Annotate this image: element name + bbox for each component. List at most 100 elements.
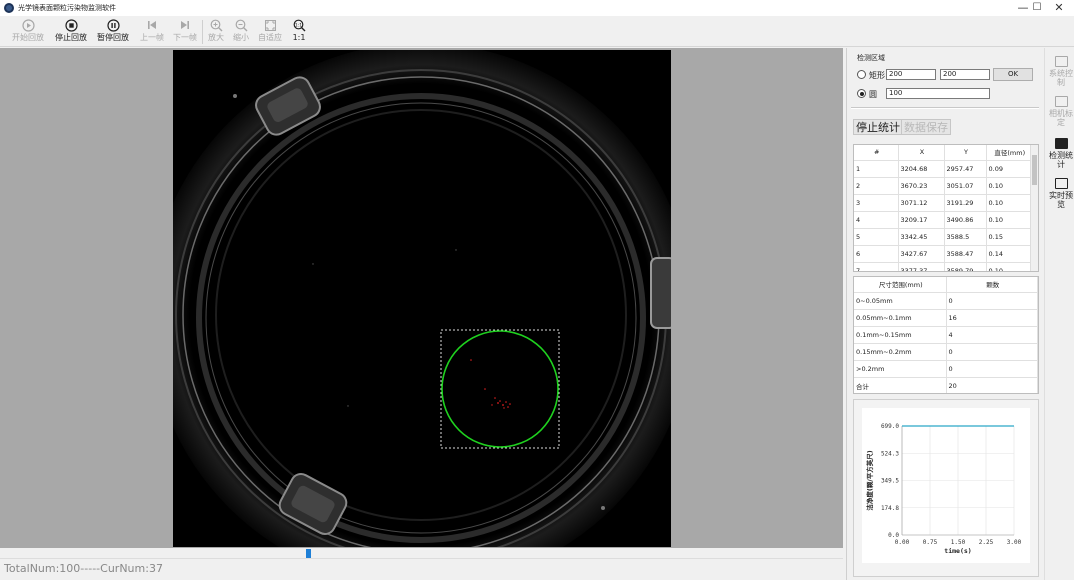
table-cell: 3342.45	[898, 228, 945, 246]
tab-camera-calibration[interactable]: 相机标定	[1048, 96, 1074, 127]
table-cell: 6	[854, 245, 899, 263]
rect-mode-label: 矩形	[869, 71, 885, 80]
previous-frame-label: 上一帧	[140, 33, 164, 42]
table-cell: 3377.37	[898, 262, 945, 271]
particle-table[interactable]: # X Y 直径(mm) 1 3204.68 2957.47 0.09 2 3670.2…	[853, 144, 1039, 272]
table-row[interactable]: 4 3209.17 3490.86 0.10	[854, 211, 1032, 229]
cleanliness-chart-panel: 0.00 0.75 1.50 2.25 3.00 0.0 174.8 349.5 524.3 69…	[853, 399, 1039, 577]
actual-size-button[interactable]: 1:1 1:1	[292, 18, 306, 46]
table-header-row: 尺寸范围(mm) 颗数	[854, 277, 1038, 293]
table-cell: 0.10	[986, 194, 1032, 212]
tab-label: 相机标定	[1049, 109, 1073, 127]
y-tick-label: 0.0	[888, 532, 899, 539]
x-axis-label: time(s)	[944, 547, 971, 555]
app-logo-icon	[4, 3, 14, 13]
pause-icon	[106, 18, 120, 32]
y-tick-label: 699.0	[881, 423, 899, 430]
column-header[interactable]: #	[854, 145, 899, 161]
y-tick-label: 524.3	[881, 450, 899, 457]
table-row[interactable]: 1 3204.68 2957.47 0.09	[854, 160, 1032, 178]
table-row[interactable]: 5 3342.45 3588.5 0.15	[854, 228, 1032, 246]
table-cell: 0.09	[986, 160, 1032, 178]
close-button[interactable]: ✕	[1046, 0, 1072, 16]
table-cell: 0.10	[986, 177, 1032, 195]
table-cell: 3490.86	[944, 211, 987, 229]
tab-live-preview[interactable]: 实时预览	[1048, 178, 1074, 209]
table-cell: 0.15	[986, 228, 1032, 246]
x-tick-label: 1.50	[951, 539, 966, 546]
table-cell: 1	[854, 160, 899, 178]
x-tick-label: 2.25	[979, 539, 994, 546]
zoom-in-icon	[209, 18, 223, 32]
table-cell: 2	[854, 177, 899, 195]
start-playback-label: 开始回放	[12, 33, 44, 42]
stop-playback-button[interactable]: 停止回放	[55, 18, 87, 46]
next-frame-button[interactable]: 下一帧	[173, 18, 197, 46]
table-cell: 0.1mm~0.15mm	[854, 326, 947, 344]
fit-window-button[interactable]: 自适应	[258, 18, 282, 46]
save-data-button[interactable]: 数据保存	[901, 119, 951, 135]
frame-scrollbar[interactable]	[0, 548, 843, 560]
title-bar: 光学镜表面颗粒污染物监测软件 — ☐ ✕	[0, 0, 1074, 16]
rect-height-input[interactable]: 200	[940, 69, 990, 80]
table-cell: 合计	[854, 377, 947, 393]
table-cell: 7	[854, 262, 899, 271]
toolbar-separator	[202, 20, 203, 44]
table-row: 0~0.05mm 0	[854, 292, 1038, 310]
column-header[interactable]: Y	[944, 145, 987, 161]
column-header[interactable]: X	[898, 145, 945, 161]
table-cell: 0.05mm~0.1mm	[854, 309, 947, 327]
rect-mode-radio[interactable]	[857, 70, 866, 79]
table-cell: 0.15mm~0.2mm	[854, 343, 947, 361]
table-cell: 4	[946, 326, 1038, 344]
table-scrollbar[interactable]	[1030, 145, 1038, 271]
x-tick-label: 3.00	[1007, 539, 1022, 546]
statistics-panel: 检测区域 矩形 200 200 OK 圆 100 停止统计 数据保存 # X Y…	[846, 48, 1042, 580]
toolbar: 开始回放 停止回放 暂停回放 上一帧 下一帧 放大 缩小 自适应 1:1 1:1	[0, 16, 1074, 47]
table-row[interactable]: 3 3071.12 3191.29 0.10	[854, 194, 1032, 212]
next-frame-label: 下一帧	[173, 33, 197, 42]
preview-export-icon	[1054, 178, 1068, 189]
detection-region-title: 检测区域	[857, 54, 885, 62]
table-cell: 3209.17	[898, 211, 945, 229]
table-cell: 3427.67	[898, 245, 945, 263]
table-cell: 0	[946, 292, 1038, 310]
table-scrollbar-thumb[interactable]	[1032, 155, 1037, 185]
stop-statistics-button[interactable]: 停止统计	[853, 119, 903, 135]
table-row[interactable]: 7 3377.37 3589.79 0.10	[854, 262, 1032, 271]
y-tick-label: 174.8	[881, 505, 899, 512]
zoom-out-icon	[234, 18, 248, 32]
x-tick-label: 0.00	[895, 539, 910, 546]
circle-mode-label: 圆	[869, 90, 877, 99]
tab-detection-statistics[interactable]: 检测统计	[1048, 138, 1074, 169]
table-row[interactable]: 2 3670.23 3051.07 0.10	[854, 177, 1032, 195]
status-bar: TotalNum:100-----CurNum:37	[0, 558, 843, 580]
side-tab-bar: 系统控制 相机标定 检测统计 实时预览	[1044, 48, 1074, 580]
column-header[interactable]: 直径(mm)	[986, 145, 1032, 161]
image-viewer[interactable]	[0, 48, 843, 548]
table-cell: 4	[854, 211, 899, 229]
camera-settings-icon	[1054, 56, 1068, 67]
divider	[851, 107, 1039, 109]
circle-radius-input[interactable]: 100	[886, 88, 990, 99]
table-row[interactable]: 6 3427.67 3588.47 0.14	[854, 245, 1032, 263]
table-cell: 0	[946, 360, 1038, 378]
fit-window-label: 自适应	[258, 33, 282, 42]
start-playback-button[interactable]: 开始回放	[12, 18, 44, 46]
previous-frame-icon	[145, 18, 159, 32]
pause-playback-button[interactable]: 暂停回放	[97, 18, 129, 46]
cleanliness-chart-svg: 0.00 0.75 1.50 2.25 3.00 0.0 174.8 349.5 524.3 69…	[865, 423, 1022, 555]
table-cell: 0.10	[986, 211, 1032, 229]
table-cell: 3588.5	[944, 228, 987, 246]
camera-frame-image	[173, 50, 671, 547]
y-tick-label: 349.5	[881, 478, 899, 485]
circle-mode-radio[interactable]	[857, 89, 866, 98]
y-axis-label: 洁净度(颗/平方英尺)	[865, 450, 874, 510]
tab-system-control[interactable]: 系统控制	[1048, 56, 1074, 87]
previous-frame-button[interactable]: 上一帧	[140, 18, 164, 46]
zoom-in-button[interactable]: 放大	[208, 18, 224, 46]
table-cell: 0.14	[986, 245, 1032, 263]
ok-button[interactable]: OK	[993, 68, 1033, 81]
zoom-out-button[interactable]: 缩小	[233, 18, 249, 46]
rect-width-input[interactable]: 200	[886, 69, 936, 80]
